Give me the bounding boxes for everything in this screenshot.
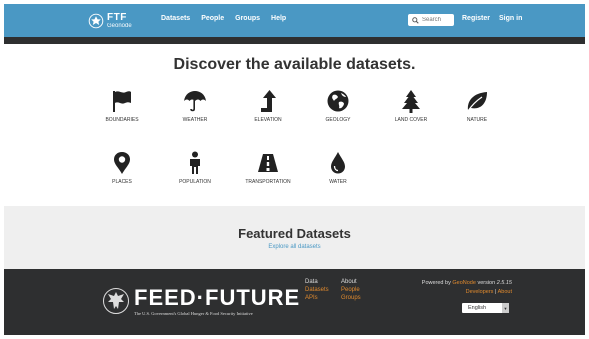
category-label: Weather <box>182 117 208 123</box>
category-label: Elevation <box>254 117 282 123</box>
person-icon <box>190 151 200 174</box>
developers-link[interactable]: Developers <box>466 289 494 295</box>
footer-about-heading[interactable]: About <box>341 279 361 285</box>
category-land-cover[interactable]: Land Cover <box>376 89 446 123</box>
water-drop-icon <box>331 152 345 174</box>
category-label: Population <box>179 179 211 185</box>
nav-datasets[interactable]: Datasets <box>161 15 190 22</box>
logo-title: FTF <box>107 12 127 23</box>
seal-icon <box>88 13 104 29</box>
category-population[interactable]: Population <box>160 151 230 185</box>
category-boundaries[interactable]: Boundaries <box>87 89 157 123</box>
globe-icon <box>327 90 349 112</box>
logo-subtitle: Geonode <box>107 23 132 29</box>
powered-by: Powered by GeoNode version 2.5.15 Develo… <box>422 279 512 297</box>
category-weather[interactable]: Weather <box>160 89 230 123</box>
register-link[interactable]: Register <box>462 15 490 22</box>
about-link[interactable]: About <box>498 289 512 295</box>
category-label: Land Cover <box>394 117 428 123</box>
road-icon <box>258 154 278 172</box>
category-label: Water <box>329 179 347 185</box>
elevation-arrow-icon <box>261 90 276 112</box>
auth-links: Register Sign in <box>462 15 522 22</box>
footer-people-link[interactable]: People <box>341 287 361 293</box>
category-elevation[interactable]: Elevation <box>233 89 303 123</box>
footer-about-links: About People Groups <box>341 279 361 301</box>
map-pin-icon <box>114 152 130 174</box>
nav-people[interactable]: People <box>201 15 224 22</box>
page-title: Discover the available datasets. <box>173 56 416 73</box>
footer-apis-link[interactable]: APIs <box>305 295 329 301</box>
site-logo[interactable]: FTF Geonode <box>88 11 132 31</box>
category-label: Geology <box>325 117 351 123</box>
main-nav: Datasets People Groups Help <box>161 15 286 22</box>
category-label: Boundaries <box>105 117 139 123</box>
language-value: English <box>468 305 487 311</box>
nav-groups[interactable]: Groups <box>235 15 260 22</box>
category-places[interactable]: Places <box>87 151 157 185</box>
category-geology[interactable]: Geology <box>303 89 373 123</box>
footer-brand: FEED·FUTURE <box>134 285 301 310</box>
category-water[interactable]: Water <box>303 151 373 185</box>
leaf-icon <box>467 92 487 112</box>
footer-data-links: Data Datasets APIs <box>305 279 329 301</box>
powered-prefix: Powered by <box>421 280 451 286</box>
featured-section: Featured Datasets Explore all datasets <box>4 206 585 269</box>
link-separator: | <box>494 289 497 295</box>
eagle-seal-icon <box>103 288 129 314</box>
feed-the-future-logo[interactable]: FEED·FUTURE The U.S. Government's Global… <box>102 287 300 316</box>
explore-all-link[interactable]: Explore all datasets <box>4 244 585 250</box>
tree-icon <box>402 90 420 113</box>
featured-title: Featured Datasets <box>238 226 351 241</box>
footer-tagline: The U.S. Government's Global Hunger & Fo… <box>134 311 253 316</box>
language-select[interactable]: English ▼ <box>462 303 509 313</box>
version-label: version <box>477 280 496 286</box>
category-label: Places <box>112 179 132 185</box>
top-navbar: FTF Geonode Datasets People Groups Help … <box>4 4 585 37</box>
footer-datasets-link[interactable]: Datasets <box>305 287 329 293</box>
search-box[interactable] <box>408 14 454 26</box>
version-number: 2.5.15 <box>496 280 512 286</box>
category-transportation[interactable]: Transportation <box>233 151 303 185</box>
umbrella-icon <box>184 91 206 112</box>
flag-icon <box>113 91 131 112</box>
footer-groups-link[interactable]: Groups <box>341 295 361 301</box>
header-divider <box>4 37 585 44</box>
sign-in-link[interactable]: Sign in <box>499 15 522 22</box>
category-label: Nature <box>466 117 488 123</box>
chevron-down-icon: ▼ <box>502 303 509 313</box>
footer: FEED·FUTURE The U.S. Government's Global… <box>4 269 585 335</box>
search-input[interactable] <box>419 17 452 23</box>
category-label: Transportation <box>245 179 291 185</box>
footer-data-heading[interactable]: Data <box>305 279 329 285</box>
page-frame: FTF Geonode Datasets People Groups Help … <box>4 4 585 335</box>
nav-help[interactable]: Help <box>271 15 286 22</box>
search-icon <box>412 16 419 24</box>
geonode-link[interactable]: GeoNode <box>452 280 476 286</box>
category-nature[interactable]: Nature <box>442 89 512 123</box>
